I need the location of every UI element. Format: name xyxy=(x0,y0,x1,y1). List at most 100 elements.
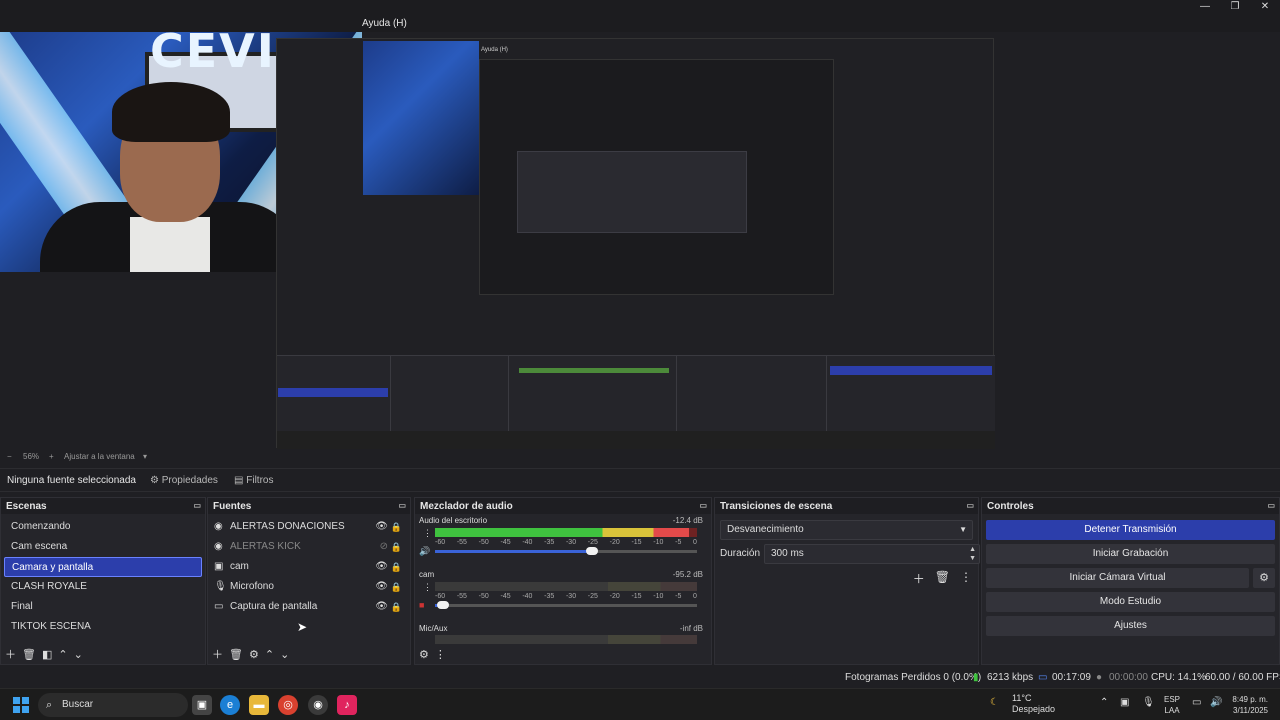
tick-label: 0 xyxy=(693,539,697,546)
minimize-button[interactable]: — xyxy=(1190,0,1220,14)
scene-item[interactable]: TIKTOK ESCENA xyxy=(4,617,202,637)
eye-icon[interactable]: 👁 xyxy=(375,557,388,577)
dock-float-icon[interactable]: ▭ xyxy=(398,501,406,510)
transition-select[interactable]: Desvanecimiento ▼ xyxy=(720,520,973,540)
tick-label: -10 xyxy=(653,593,664,600)
browser-source-icon: ◉ xyxy=(214,521,223,532)
lock-icon[interactable]: 🔒 xyxy=(391,577,402,597)
preview-canvas[interactable]: CEVI Ayuda (H) xyxy=(0,32,1280,450)
slider-knob[interactable] xyxy=(586,547,599,555)
tick-label: -45 xyxy=(500,593,511,600)
dock-float-icon[interactable]: ▭ xyxy=(699,501,707,510)
no-source-label: Ninguna fuente seleccionada xyxy=(7,475,136,486)
muted-speaker-icon[interactable]: ■ xyxy=(419,600,424,610)
duration-input[interactable]: 300 ms ▲ ▼ xyxy=(764,544,980,564)
tiktok-icon[interactable]: ♪ xyxy=(337,695,357,715)
source-item[interactable]: 🎙 Microfono 👁 🔒 xyxy=(208,577,410,597)
scenes-header: Escenas ▭ xyxy=(1,498,205,514)
settings-button[interactable]: Ajustes xyxy=(986,616,1275,636)
remove-transition-icon[interactable]: 🗑 xyxy=(935,570,950,587)
speaker-icon[interactable]: 🔊 xyxy=(419,546,430,557)
edge-icon[interactable]: e xyxy=(220,695,240,715)
start-recording-button[interactable]: Iniciar Grabación xyxy=(986,544,1275,564)
move-down-icon[interactable]: ⌄ xyxy=(280,648,289,661)
zoom-in-button[interactable]: + xyxy=(49,452,54,461)
microphone-tray-icon[interactable]: 🎙 xyxy=(1142,697,1155,708)
eye-icon[interactable]: 👁 xyxy=(375,517,388,537)
fit-window-label[interactable]: Ajustar a la ventana xyxy=(64,452,135,461)
dock-float-icon[interactable]: ▭ xyxy=(966,501,974,510)
stop-stream-button[interactable]: Detener Transmisión xyxy=(986,520,1275,540)
move-down-icon[interactable]: ⌄ xyxy=(74,648,83,661)
channel-menu-icon[interactable]: ⋮ xyxy=(423,582,432,593)
lock-icon[interactable]: 🔒 xyxy=(391,597,402,617)
scene-filters-icon[interactable]: ◧ xyxy=(42,648,52,661)
eye-icon[interactable]: 👁 xyxy=(375,577,388,597)
add-scene-icon[interactable]: ＋ xyxy=(5,646,16,662)
source-item[interactable]: ◉ ALERTAS DONACIONES 👁 🔒 xyxy=(208,517,410,537)
properties-button[interactable]: ⚙ Propiedades xyxy=(144,472,224,490)
dock-float-icon[interactable]: ▭ xyxy=(1267,501,1275,510)
advanced-audio-icon[interactable]: ⚙ xyxy=(419,648,429,661)
taskbar-search[interactable]: ⌕ Buscar xyxy=(38,693,188,717)
channel-menu-icon[interactable]: ⋮ xyxy=(423,528,432,539)
task-view-icon[interactable]: ▣ xyxy=(192,695,212,715)
scene-item-selected[interactable]: Camara y pantalla xyxy=(4,557,202,577)
lock-icon[interactable]: 🔒 xyxy=(391,537,402,557)
close-button[interactable]: ✕ xyxy=(1250,0,1280,14)
chevron-up-icon[interactable]: ⌃ xyxy=(1100,697,1108,708)
transitions-title: Transiciones de escena xyxy=(720,501,833,512)
remove-source-icon[interactable]: 🗑 xyxy=(229,648,243,661)
mixer-menu-icon[interactable]: ⋮ xyxy=(435,648,446,661)
studio-mode-button[interactable]: Modo Estudio xyxy=(986,592,1275,612)
scene-item[interactable]: CLASH ROYALE xyxy=(4,577,202,597)
source-item[interactable]: ▣ cam 👁 🔒 xyxy=(208,557,410,577)
move-up-icon[interactable]: ⌃ xyxy=(265,648,274,661)
spin-arrows-icon[interactable]: ▲ ▼ xyxy=(969,545,976,563)
windows-start-icon[interactable] xyxy=(13,697,29,713)
move-up-icon[interactable]: ⌃ xyxy=(58,648,67,661)
network-icon[interactable]: ▭ xyxy=(1192,697,1201,708)
chrome-icon[interactable]: ◎ xyxy=(278,695,298,715)
search-label: Buscar xyxy=(62,699,94,710)
scene-item[interactable]: Comenzando xyxy=(4,517,202,537)
zoom-out-button[interactable]: − xyxy=(7,452,12,461)
slider-knob[interactable] xyxy=(436,601,449,609)
add-source-icon[interactable]: ＋ xyxy=(212,646,223,662)
scene-item[interactable]: Final xyxy=(4,597,202,617)
clock[interactable]: 8:49 p. m. 3/11/2025 xyxy=(1228,694,1268,716)
menu-help[interactable]: Ayuda (H) xyxy=(362,18,407,29)
sources-toolbar: ＋ 🗑 ⚙ ⌃ ⌄ xyxy=(208,644,410,664)
file-explorer-icon[interactable]: ▬ xyxy=(249,695,269,715)
volume-icon[interactable]: 🔊 xyxy=(1210,697,1222,708)
dock-float-icon[interactable]: ▭ xyxy=(193,501,201,510)
eye-hidden-icon[interactable]: ⊘ xyxy=(380,537,388,557)
zoom-dropdown-caret[interactable]: ▾ xyxy=(143,452,147,461)
transitions-dock: Transiciones de escena ▭ Desvanecimiento… xyxy=(714,497,980,665)
source-settings-icon[interactable]: ⚙ xyxy=(249,648,259,661)
source-item[interactable]: ▭ Captura de pantalla 👁 🔒 xyxy=(208,597,410,617)
eye-icon[interactable]: 👁 xyxy=(375,597,388,617)
maximize-button[interactable]: ❐ xyxy=(1220,0,1250,14)
language-indicator[interactable]: ESP LAA xyxy=(1164,694,1180,716)
lock-icon[interactable]: 🔒 xyxy=(391,557,402,577)
obs-icon[interactable]: ◉ xyxy=(308,695,328,715)
nested-mixer xyxy=(509,356,677,432)
start-virtual-cam-button[interactable]: Iniciar Cámara Virtual xyxy=(986,568,1249,588)
remove-scene-icon[interactable]: 🗑 xyxy=(22,648,36,661)
lock-icon[interactable]: 🔒 xyxy=(391,517,402,537)
webcam-logo: CEVI xyxy=(150,32,276,78)
audio-mixer-dock: Mezclador de audio ▭ Audio del escritori… xyxy=(414,497,712,665)
volume-slider[interactable] xyxy=(435,547,697,555)
source-item[interactable]: ◉ ALERTAS KICK ⊘ 🔒 xyxy=(208,537,410,557)
weather-widget[interactable]: 11°C Despejado xyxy=(1012,693,1055,715)
tick-label: -55 xyxy=(456,539,467,546)
scene-item[interactable]: Cam escena xyxy=(4,537,202,557)
filters-button[interactable]: ▤ Filtros xyxy=(228,472,279,490)
add-transition-icon[interactable]: ＋ xyxy=(913,570,925,587)
tick-label: -50 xyxy=(478,593,489,600)
tray-app-icon[interactable]: ▣ xyxy=(1120,697,1129,708)
transition-menu-icon[interactable]: ⋮ xyxy=(960,570,972,587)
gear-icon[interactable]: ⚙ xyxy=(1253,568,1275,588)
volume-slider[interactable] xyxy=(435,601,697,609)
